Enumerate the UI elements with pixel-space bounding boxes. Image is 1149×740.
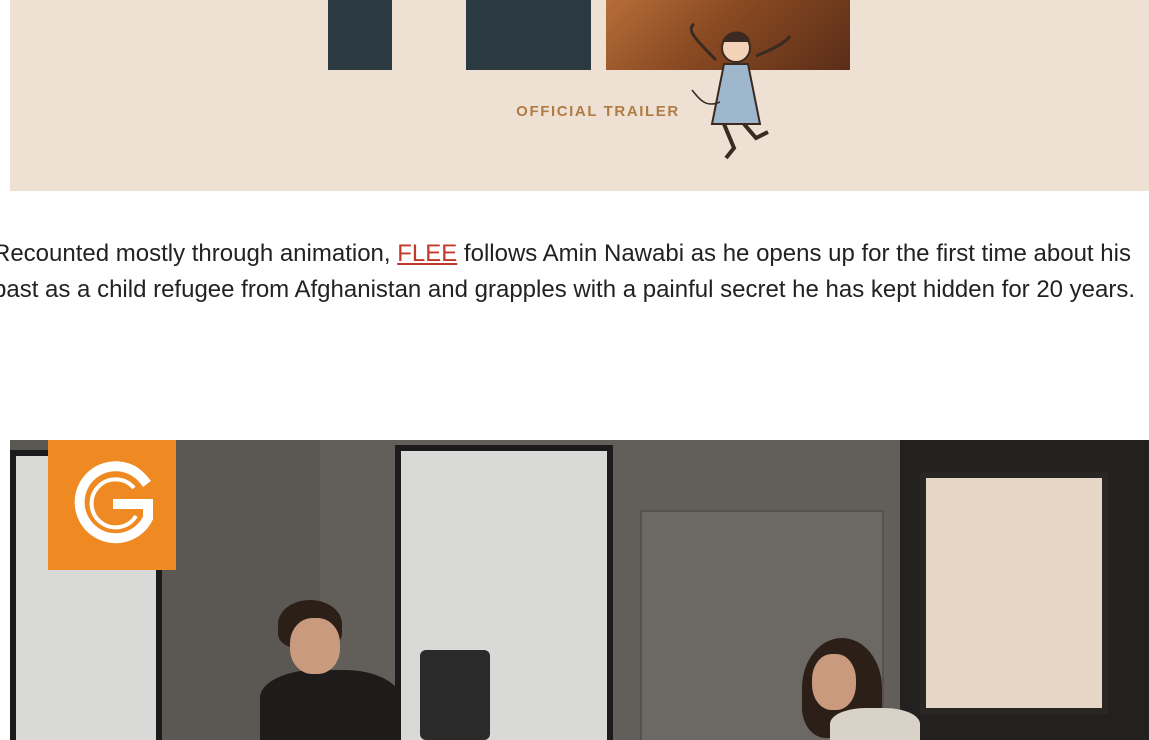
trailer-thumbnail[interactable]: OFFICIAL TRAILER xyxy=(10,0,1149,191)
running-girl-illustration xyxy=(689,22,792,160)
window-right xyxy=(920,472,1108,714)
person-right xyxy=(830,708,920,740)
interview-video-thumbnail[interactable] xyxy=(10,440,1149,740)
title-letter-f xyxy=(328,0,392,70)
person-right-face xyxy=(812,654,856,710)
g-logo-icon xyxy=(74,461,153,544)
title-letter-l xyxy=(466,0,591,70)
description-text-start: Recounted mostly through animation, xyxy=(0,240,398,267)
person-left xyxy=(260,670,400,740)
channel-logo-badge xyxy=(48,440,176,570)
flee-link[interactable]: FLEE xyxy=(397,240,457,267)
trailer-label: OFFICIAL TRAILER xyxy=(516,103,680,120)
film-description: Recounted mostly through animation, FLEE… xyxy=(0,236,1149,308)
person-left-face xyxy=(290,618,340,674)
